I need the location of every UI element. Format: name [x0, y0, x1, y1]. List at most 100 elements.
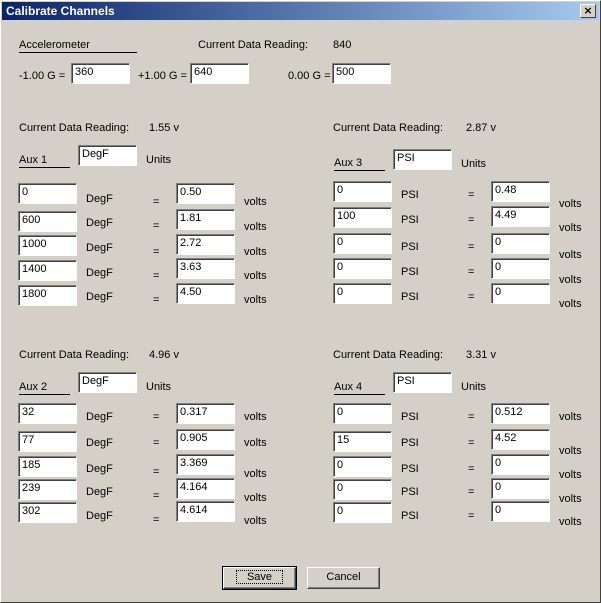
aux1-row5-volts-input[interactable]: 4.50 — [176, 283, 235, 304]
aux3-unit-input[interactable]: PSI — [393, 149, 452, 170]
aux1-row2-unit: DegF — [86, 217, 113, 229]
save-button[interactable]: Save — [222, 566, 297, 590]
aux4-reading-value: 3.31 v — [466, 349, 496, 361]
accel-zero-input[interactable]: 500 — [332, 63, 391, 84]
aux2-row4-volts-input[interactable]: 4.164 — [176, 478, 235, 499]
aux3-row4-unit: PSI — [401, 266, 419, 278]
aux4-row1-volts-input[interactable]: 0.512 — [491, 403, 550, 424]
title-bar: Calibrate Channels × — [2, 2, 599, 20]
aux2-row1-unit: DegF — [86, 411, 113, 423]
aux4-row4-input[interactable]: 0 — [333, 479, 392, 500]
aux2-row4-unit: DegF — [86, 486, 113, 498]
aux2-name: Aux 2 — [19, 381, 70, 395]
aux4-row3-volts-input[interactable]: 0 — [491, 454, 550, 475]
aux4-row1-input[interactable]: 0 — [333, 403, 392, 424]
aux1-units-label: Units — [146, 154, 172, 166]
aux1-row2-volts-input[interactable]: 1.81 — [176, 209, 235, 230]
aux2-unit-input[interactable]: DegF — [78, 372, 137, 393]
aux3-reading-label: Current Data Reading: — [333, 122, 444, 134]
aux2-row5-input[interactable]: 302 — [18, 502, 77, 523]
aux2-row3-input[interactable]: 185 — [18, 456, 77, 477]
aux2-row3-volts-label: volts — [244, 468, 267, 480]
aux1-row3-input[interactable]: 1000 — [18, 235, 77, 256]
aux3-name: Aux 3 — [334, 157, 385, 171]
aux1-row1-input[interactable]: 0 — [18, 183, 77, 204]
accel-reading-value: 840 — [333, 39, 352, 51]
aux3-row3-input[interactable]: 0 — [333, 233, 392, 254]
aux2-row5-eq: = — [153, 514, 160, 526]
aux3-row5-unit: PSI — [401, 291, 419, 303]
aux3-row5-volts-label: volts — [559, 298, 582, 310]
aux3-row4-volts-label: volts — [559, 274, 582, 286]
aux3-row1-volts-input[interactable]: 0.48 — [491, 181, 550, 202]
aux1-row1-volts-input[interactable]: 0.50 — [176, 183, 235, 204]
aux1-row5-volts-label: volts — [244, 294, 267, 306]
cancel-button[interactable]: Cancel — [307, 567, 380, 589]
aux3-units-label: Units — [461, 158, 487, 170]
aux3-row5-eq: = — [468, 291, 475, 303]
accel-reading-label: Current Data Reading: — [198, 39, 309, 51]
aux1-row4-volts-input[interactable]: 3.63 — [176, 258, 235, 279]
aux4-row2-volts-input[interactable]: 4.52 — [491, 429, 550, 450]
aux1-row4-unit: DegF — [86, 267, 113, 279]
accel-neg-input[interactable]: 360 — [71, 63, 130, 84]
aux4-row1-unit: PSI — [401, 411, 419, 423]
aux1-row3-volts-label: volts — [244, 246, 267, 258]
accel-pos-input[interactable]: 640 — [190, 63, 249, 84]
aux2-row5-volts-input[interactable]: 4.614 — [176, 501, 235, 522]
aux1-row1-volts-label: volts — [244, 196, 267, 208]
aux1-row3-eq: = — [153, 246, 160, 258]
aux3-row5-input[interactable]: 0 — [333, 283, 392, 304]
aux1-row2-input[interactable]: 600 — [18, 211, 77, 232]
aux2-row1-input[interactable]: 32 — [18, 403, 77, 424]
aux2-row3-volts-input[interactable]: 3.369 — [176, 454, 235, 475]
aux3-row3-eq: = — [468, 241, 475, 253]
window-title: Calibrate Channels — [6, 4, 115, 18]
aux1-unit-input[interactable]: DegF — [78, 145, 137, 166]
aux3-row4-eq: = — [468, 266, 475, 278]
aux4-row5-input[interactable]: 0 — [333, 502, 392, 523]
calibrate-channels-dialog: Calibrate Channels × Accelerometer Curre… — [0, 0, 601, 603]
aux2-reading-label: Current Data Reading: — [19, 349, 130, 361]
aux3-row2-input[interactable]: 100 — [333, 207, 392, 228]
aux3-row5-volts-input[interactable]: 0 — [491, 283, 550, 304]
aux2-row2-volts-input[interactable]: 0.905 — [176, 429, 235, 450]
aux1-row4-input[interactable]: 1400 — [18, 260, 77, 281]
aux2-row2-input[interactable]: 77 — [18, 431, 77, 452]
aux4-row3-input[interactable]: 0 — [333, 456, 392, 477]
aux3-row1-input[interactable]: 0 — [333, 181, 392, 202]
aux2-row5-unit: DegF — [86, 510, 113, 522]
accel-neg-label: -1.00 G = — [19, 70, 66, 82]
aux1-row5-input[interactable]: 1800 — [18, 285, 77, 306]
aux2-row1-volts-input[interactable]: 0.317 — [176, 403, 235, 424]
accel-pos-label: +1.00 G = — [138, 70, 187, 82]
aux3-row3-volts-input[interactable]: 0 — [491, 233, 550, 254]
close-icon[interactable]: × — [580, 4, 596, 18]
aux3-row2-volts-input[interactable]: 4.49 — [491, 206, 550, 227]
aux1-row5-unit: DegF — [86, 291, 113, 303]
aux3-row2-volts-label: volts — [559, 222, 582, 234]
aux3-row4-volts-input[interactable]: 0 — [491, 258, 550, 279]
aux1-row1-unit: DegF — [86, 193, 113, 205]
aux4-row3-volts-label: volts — [559, 469, 582, 481]
aux4-row2-volts-label: volts — [559, 445, 582, 457]
aux4-row1-eq: = — [468, 411, 475, 423]
aux4-row2-input[interactable]: 15 — [333, 431, 392, 452]
aux1-row1-eq: = — [153, 196, 160, 208]
aux4-unit-input[interactable]: PSI — [393, 372, 452, 393]
aux2-row4-input[interactable]: 239 — [18, 479, 77, 500]
aux4-row1-volts-label: volts — [559, 411, 582, 423]
aux3-row4-input[interactable]: 0 — [333, 258, 392, 279]
aux4-row5-volts-input[interactable]: 0 — [491, 501, 550, 522]
aux2-row2-unit: DegF — [86, 437, 113, 449]
accel-zero-label: 0.00 G = — [288, 70, 331, 82]
aux3-row2-eq: = — [468, 214, 475, 226]
aux2-row1-volts-label: volts — [244, 411, 267, 423]
aux4-row2-eq: = — [468, 437, 475, 449]
aux3-reading-value: 2.87 v — [466, 122, 496, 134]
aux4-row4-volts-input[interactable]: 0 — [491, 478, 550, 499]
aux3-row3-unit: PSI — [401, 241, 419, 253]
aux1-row3-volts-input[interactable]: 2.72 — [176, 234, 235, 255]
aux2-row3-eq: = — [153, 466, 160, 478]
aux4-row5-eq: = — [468, 510, 475, 522]
